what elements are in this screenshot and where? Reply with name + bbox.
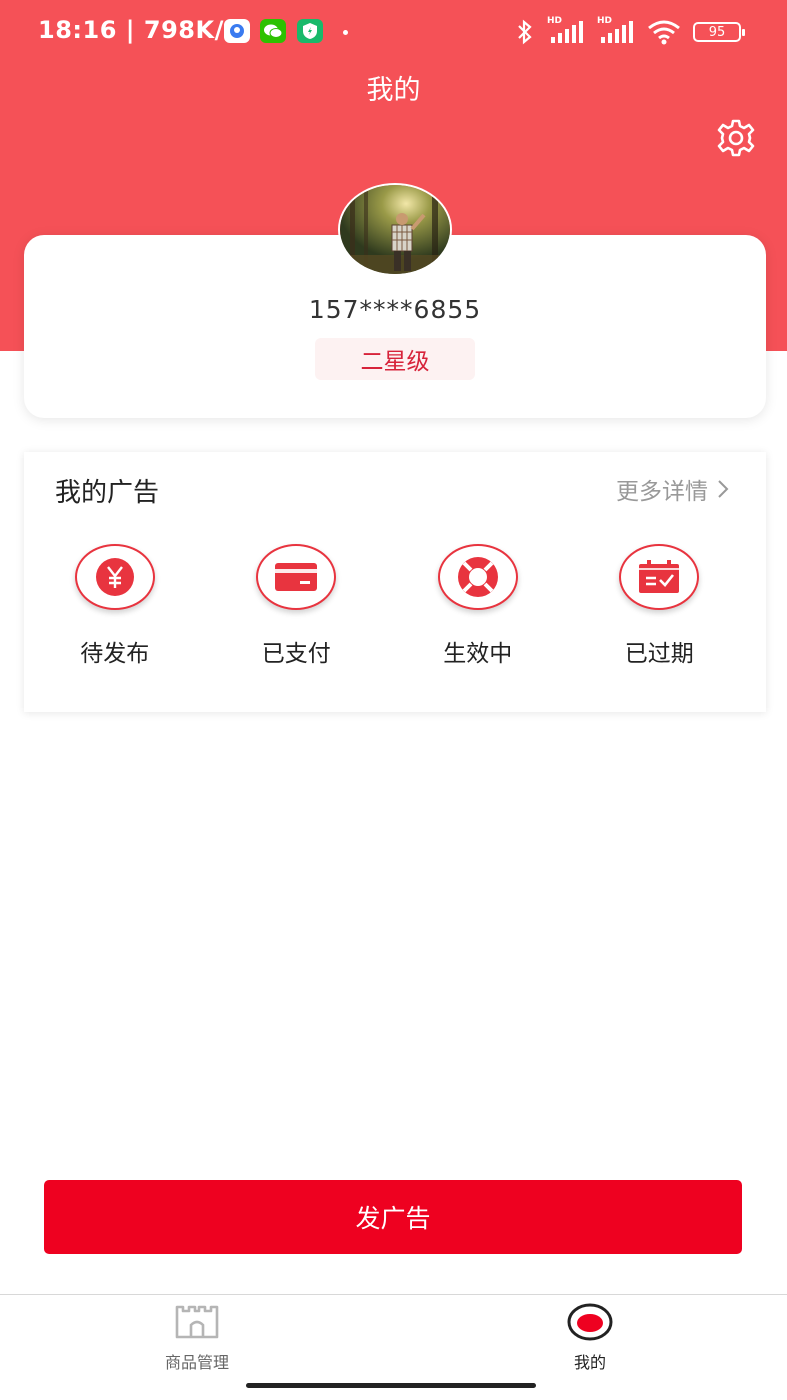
ads-expired[interactable]: 已过期	[569, 544, 751, 668]
ads-pending-label: 待发布	[80, 641, 150, 667]
gear-icon	[717, 119, 755, 157]
bluetooth-icon	[518, 19, 532, 45]
my-ads-title: 我的广告	[55, 478, 160, 508]
ads-status-grid: 待发布 已支付 生效中 已过期	[24, 544, 766, 668]
ads-paid-label: 已支付	[261, 641, 331, 667]
avatar[interactable]	[338, 183, 452, 276]
user-phone: 157****6855	[308, 295, 482, 324]
yen-icon	[74, 544, 155, 610]
settings-button[interactable]	[714, 116, 758, 160]
status-time: 18:16 | 798K/s	[38, 16, 239, 44]
page-title: 我的	[366, 75, 421, 106]
ads-active[interactable]: 生效中	[387, 544, 569, 668]
level-badge: 二星级	[315, 338, 475, 380]
tab-product-management[interactable]: 商品管理	[117, 1303, 277, 1373]
tab-mine[interactable]: 我的	[510, 1303, 670, 1373]
status-bar: 18:16 | 798K/s HD HD 95	[0, 0, 787, 64]
hd-label: HD	[547, 16, 563, 26]
battery-icon: 95	[693, 22, 745, 42]
tab-product-management-label: 商品管理	[164, 1353, 229, 1372]
battery-level: 95	[708, 24, 726, 40]
store-icon	[175, 1305, 219, 1339]
app-notification-icon	[224, 19, 250, 43]
wechat-icon	[260, 19, 286, 43]
ads-active-label: 生效中	[443, 641, 513, 667]
publish-ad-button[interactable]: 发广告	[44, 1180, 742, 1254]
hd-label: HD	[597, 16, 613, 26]
signal-icon-2: HD	[597, 16, 635, 45]
chevron-right-icon	[718, 480, 729, 498]
signal-icon-1: HD	[547, 16, 585, 45]
home-indicator[interactable]	[246, 1383, 536, 1388]
card-icon	[256, 544, 337, 610]
notification-dot	[343, 30, 348, 35]
ads-paid[interactable]: 已支付	[206, 544, 388, 668]
profile-tab-icon	[567, 1303, 613, 1341]
more-details-link[interactable]: 更多详情	[616, 472, 730, 506]
ads-expired-label: 已过期	[624, 641, 694, 667]
wifi-icon	[648, 20, 680, 45]
my-ads-card: 我的广告 更多详情 待发布 已支付 生效中 已过期	[24, 452, 766, 712]
lifebuoy-icon	[437, 544, 518, 610]
calendar-check-icon	[619, 544, 700, 610]
security-app-icon	[297, 19, 323, 43]
tab-mine-label: 我的	[573, 1353, 606, 1372]
ads-pending[interactable]: 待发布	[24, 544, 206, 668]
more-details-label: 更多详情	[616, 479, 708, 505]
status-right-icons: HD HD 95	[515, 16, 745, 46]
